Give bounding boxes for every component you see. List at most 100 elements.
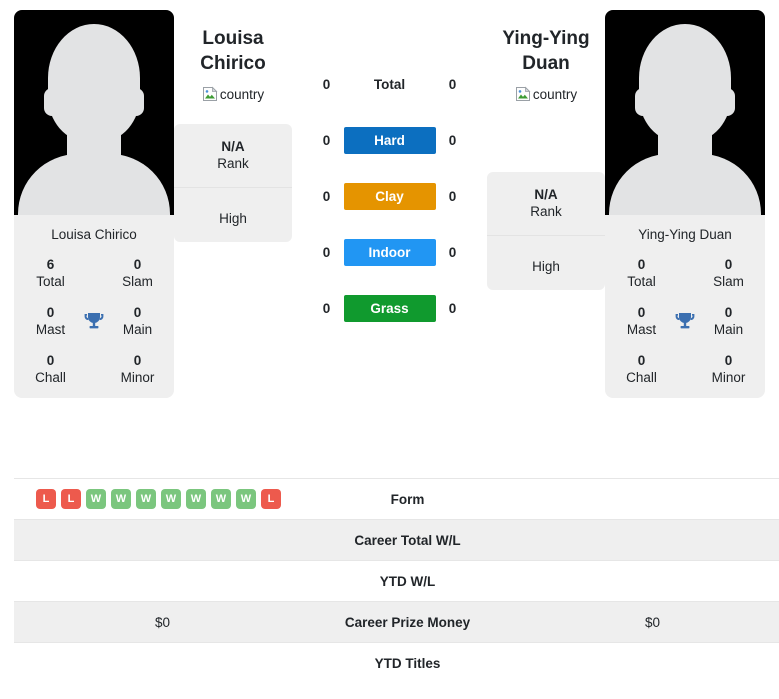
stat-value-left: $0	[14, 601, 311, 643]
form-badge-win[interactable]: W	[111, 489, 131, 509]
stat-label: Form	[311, 478, 504, 520]
titles-slam-left: 0 Slam	[111, 257, 164, 291]
broken-image-icon	[515, 86, 531, 102]
form-badge-loss[interactable]: L	[36, 489, 56, 509]
player-country-left: country	[202, 86, 264, 102]
stat-value-right	[504, 642, 779, 684]
titles-chall-value: 0	[637, 352, 646, 368]
avatar-silhouette-ear-right	[719, 88, 735, 116]
form-badge-loss[interactable]: L	[261, 489, 281, 509]
player-name-right: Ying-Ying Duan	[471, 26, 621, 76]
table-row: L L W W W W W W W L Form	[14, 478, 779, 520]
form-badge-loss[interactable]: L	[61, 489, 81, 509]
form-badge-win[interactable]: W	[236, 489, 256, 509]
stat-label: Career Total W/L	[311, 519, 504, 561]
titles-slam-label: Slam	[122, 274, 153, 290]
surface-row-indoor: 0 Indoor 0	[310, 224, 470, 280]
info-high-right: High	[487, 236, 605, 290]
player-card-name-right: Ying-Ying Duan	[638, 227, 732, 242]
comparison-stats-table: L L W W W W W W W L Form Career Total W/L YTD W/L $0 C…	[14, 478, 779, 684]
table-row: Career Total W/L	[14, 519, 779, 561]
form-badge-win[interactable]: W	[136, 489, 156, 509]
form-badge-win[interactable]: W	[186, 489, 206, 509]
info-high-left: High	[174, 188, 292, 242]
titles-main-right: 0 Main	[702, 305, 755, 339]
info-rank-right: N/A Rank	[487, 172, 605, 237]
info-rank-left: N/A Rank	[174, 124, 292, 189]
titles-row: 0 Chall 0 Minor	[615, 353, 755, 387]
titles-row: 0 Mast 0 Main	[24, 305, 164, 339]
surface-row-clay: 0 Clay 0	[310, 168, 470, 224]
player-first-name-right: Ying-Ying	[502, 28, 590, 49]
titles-mast-label: Mast	[626, 321, 657, 337]
surface-score-right: 0	[448, 300, 457, 316]
table-row: YTD W/L	[14, 560, 779, 602]
player-card-left[interactable]: Louisa Chirico 6 Total 0 Slam 0 Mast 0 M…	[14, 10, 174, 399]
titles-row: 6 Total 0 Slam	[24, 257, 164, 291]
titles-minor-value: 0	[724, 352, 733, 368]
info-rank-label: Rank	[530, 203, 562, 219]
titles-grid-right: 0 Total 0 Slam 0 Mast 0 Main 0 Chall 0 M…	[605, 257, 765, 386]
titles-slam-label: Slam	[713, 274, 744, 290]
stat-value-right	[504, 519, 779, 561]
surface-score-left: 0	[322, 132, 331, 148]
player-info-column-left: Louisa Chirico country N/A Rank High	[174, 0, 292, 243]
player-info-panel-left: N/A Rank High 27 Age R Plays	[174, 124, 292, 243]
avatar-silhouette-ear-right	[128, 88, 144, 116]
surface-badge-hard[interactable]: Hard	[343, 126, 436, 154]
titles-row: 0 Mast 0 Main	[615, 305, 755, 339]
titles-minor-label: Minor	[120, 369, 155, 385]
player-comparison-header: Louisa Chirico 6 Total 0 Slam 0 Mast 0 M…	[0, 0, 779, 478]
surface-row-hard: 0 Hard 0	[310, 112, 470, 168]
form-badge-win[interactable]: W	[86, 489, 106, 509]
titles-minor-left: 0 Minor	[111, 353, 164, 387]
stat-value-right	[504, 560, 779, 602]
titles-chall-label: Chall	[626, 369, 657, 385]
player-name-left: Louisa Chirico	[158, 26, 308, 76]
stat-form-left: LLWWWWWWWL	[14, 478, 311, 520]
stat-value-left	[14, 519, 311, 561]
surface-badge-clay[interactable]: Clay	[343, 182, 436, 210]
avatar-silhouette-ear-left	[635, 88, 651, 116]
titles-row: 0 Chall 0 Minor	[24, 353, 164, 387]
form-badge-win[interactable]: W	[161, 489, 181, 509]
trophy-icon	[77, 310, 111, 334]
surface-badge-indoor[interactable]: Indoor	[343, 238, 436, 266]
avatar-silhouette-body	[609, 154, 761, 215]
surface-row-grass: 0 Grass 0	[310, 280, 470, 336]
titles-slam-value: 0	[724, 257, 733, 273]
player-country-alt-right: country	[532, 86, 578, 102]
titles-chall-right: 0 Chall	[615, 353, 668, 387]
player-last-name-right: Duan	[522, 53, 570, 75]
titles-minor-label: Minor	[711, 369, 746, 385]
surface-score-left: 0	[322, 244, 331, 260]
titles-chall-value: 0	[46, 352, 55, 368]
trophy-icon	[668, 310, 702, 334]
player-info-panel-right: N/A Rank High Age Plays	[487, 172, 605, 291]
surface-score-left: 0	[322, 300, 331, 316]
titles-total-left: 6 Total	[24, 257, 77, 291]
titles-main-left: 0 Main	[111, 305, 164, 339]
form-badge-win[interactable]: W	[211, 489, 231, 509]
surface-badge-grass[interactable]: Grass	[343, 294, 436, 322]
surface-score-left: 0	[322, 188, 331, 204]
player-country-alt-left: country	[219, 86, 265, 102]
stat-value-left	[14, 560, 311, 602]
titles-chall-label: Chall	[35, 369, 66, 385]
titles-mast-value: 0	[46, 304, 55, 320]
player-card-name-left: Louisa Chirico	[51, 227, 137, 242]
surface-score-right: 0	[448, 132, 457, 148]
titles-minor-value: 0	[133, 352, 142, 368]
player-card-right[interactable]: Ying-Ying Duan 0 Total 0 Slam 0 Mast 0 M…	[605, 10, 765, 399]
titles-mast-right: 0 Mast	[615, 305, 668, 339]
player-photo-right	[605, 10, 765, 215]
titles-mast-value: 0	[637, 304, 646, 320]
avatar-silhouette-ear-left	[44, 88, 60, 116]
broken-image-icon	[202, 86, 218, 102]
head-to-head-surfaces: 0 Total 0 0 Hard 0 0 Clay 0 0 Indoor 0 0 Grass 0	[292, 0, 487, 336]
stat-form-right	[504, 478, 779, 520]
player-country-right: country	[515, 86, 577, 102]
titles-main-value: 0	[133, 304, 142, 320]
surface-badge-total[interactable]: Total	[344, 71, 436, 98]
titles-slam-right: 0 Slam	[702, 257, 755, 291]
